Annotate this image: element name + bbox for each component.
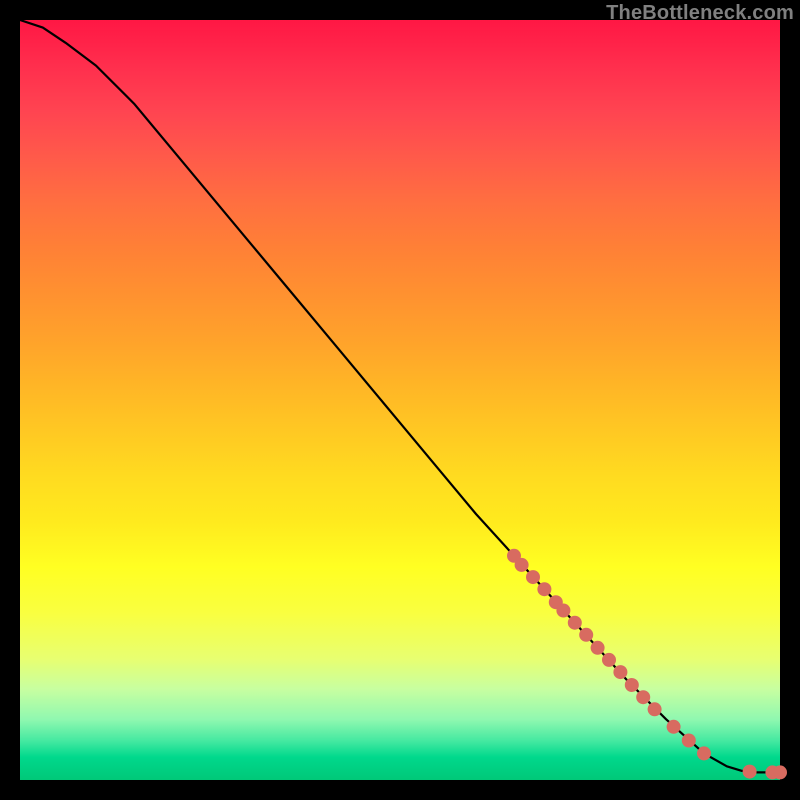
data-point [602,653,616,667]
data-point [648,702,662,716]
data-point [667,720,681,734]
data-point [537,582,551,596]
watermark-text: TheBottleneck.com [606,2,794,25]
data-point [697,746,711,760]
data-point [568,616,582,630]
data-point [743,765,757,779]
chart-svg [20,20,780,780]
data-point [515,558,529,572]
data-point [625,678,639,692]
trend-line [20,20,780,772]
data-point [591,641,605,655]
data-point [682,734,696,748]
data-point [556,604,570,618]
data-point [579,628,593,642]
plot-area [20,20,780,780]
chart-frame: TheBottleneck.com [0,0,800,800]
data-point [613,665,627,679]
data-point [773,765,787,779]
data-point [636,690,650,704]
data-markers [507,549,787,780]
data-point [526,570,540,584]
